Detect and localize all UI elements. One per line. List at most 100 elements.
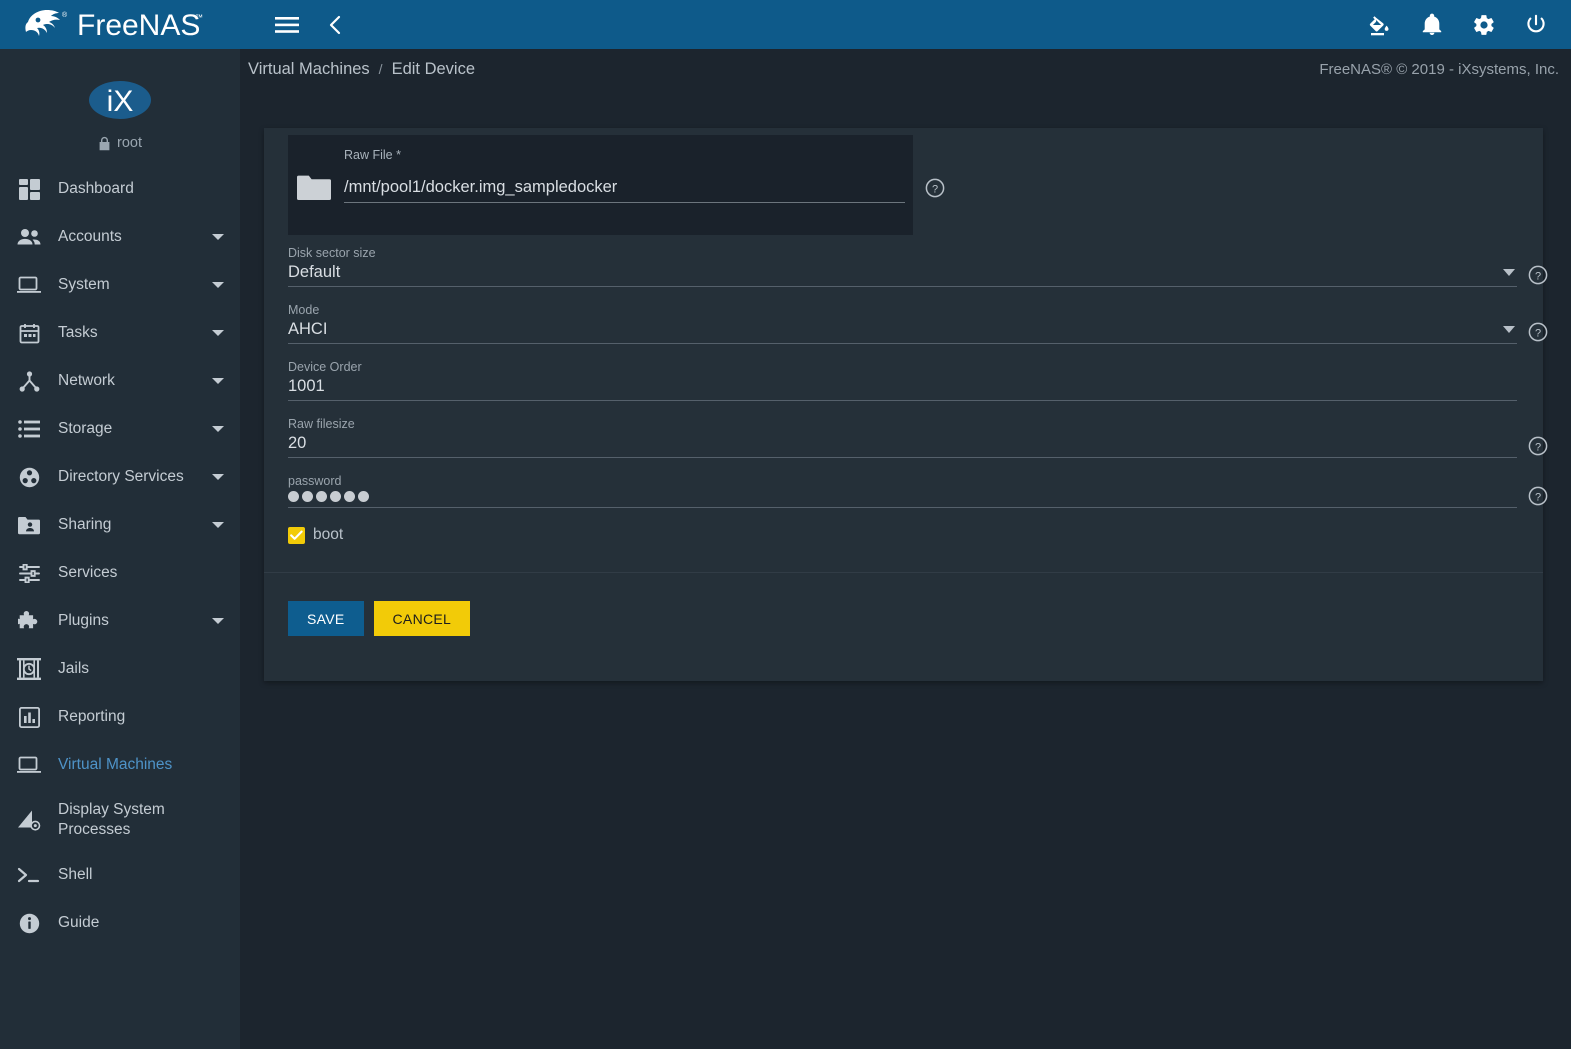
sidebar: iX root Dashboard Accounts System Tasks … [0, 49, 240, 1049]
select-control[interactable]: Default [288, 263, 1517, 287]
chevron-down-icon[interactable] [212, 330, 224, 336]
breadcrumb-current: Edit Device [391, 59, 476, 78]
freenas-logo-icon: FreeNAS ™ ® [25, 9, 203, 42]
top-bar: FreeNAS ™ ® [0, 0, 1571, 49]
sidebar-item-network[interactable]: Network [0, 357, 240, 405]
password-dot [288, 491, 299, 502]
jails-icon [10, 654, 48, 684]
chevron-down-icon[interactable] [212, 474, 224, 480]
virtual-machines-icon [10, 750, 48, 780]
sidebar-item-label: Shell [58, 865, 93, 883]
sidebar-item-directory-services[interactable]: Directory Services [0, 453, 240, 501]
shell-prompt-icon [10, 860, 48, 890]
sidebar-item-system[interactable]: System [0, 261, 240, 309]
sidebar-item-reporting[interactable]: Reporting [0, 693, 240, 741]
sidebar-item-plugins[interactable]: Plugins [0, 597, 240, 645]
gear-icon[interactable] [1467, 8, 1501, 42]
sidebar-item-label: Directory Services [58, 467, 184, 485]
chevron-down-icon[interactable] [212, 426, 224, 432]
cancel-button[interactable]: CANCEL [373, 601, 471, 636]
storage-icon [10, 414, 48, 444]
sidebar-item-display-system-processes[interactable]: Display System Processes [0, 789, 240, 851]
sidebar-item-services[interactable]: Services [0, 549, 240, 597]
root-user-row[interactable]: root [98, 135, 142, 151]
chevron-down-icon[interactable] [1503, 269, 1515, 276]
breadcrumb: Virtual Machines / Edit Device FreeNAS® … [240, 49, 1571, 89]
help-circle-icon[interactable]: ? [1528, 436, 1548, 461]
svg-text:?: ? [1535, 270, 1541, 282]
sidebar-item-label: Accounts [58, 227, 122, 245]
directory-services-icon [10, 462, 48, 492]
sidebar-item-sharing[interactable]: Sharing [0, 501, 240, 549]
sidebar-item-jails[interactable]: Jails [0, 645, 240, 693]
password-input[interactable] [288, 491, 1517, 508]
ixsystems-avatar-icon: iX [89, 81, 151, 119]
help-circle-icon[interactable]: ? [1528, 322, 1548, 347]
sidebar-item-label: Network [58, 371, 115, 389]
raw-file-panel: Raw File * /mnt/pool1/docker.img_sampled… [288, 135, 945, 235]
sidebar-item-storage[interactable]: Storage [0, 405, 240, 453]
sidebar-item-label: Storage [58, 419, 113, 437]
chevron-left-icon[interactable] [318, 8, 352, 42]
sidebar-item-label: Plugins [58, 611, 109, 629]
sidebar-item-virtual-machines[interactable]: Virtual Machines [0, 741, 240, 789]
power-icon[interactable] [1519, 8, 1553, 42]
svg-text:®: ® [62, 11, 68, 19]
password-field[interactable]: password ? [288, 474, 1548, 508]
password-dot [344, 491, 355, 502]
svg-text:FreeNAS: FreeNAS [77, 9, 200, 42]
folder-browse-icon[interactable] [296, 173, 332, 203]
bell-icon[interactable] [1415, 8, 1449, 42]
guide-info-icon [10, 908, 48, 938]
breadcrumb-separator: / [378, 61, 383, 77]
services-sliders-icon [10, 558, 48, 588]
user-block: iX root [0, 49, 240, 165]
svg-text:?: ? [932, 183, 938, 195]
help-circle-icon[interactable]: ? [1528, 486, 1548, 511]
sidebar-item-dashboard[interactable]: Dashboard [0, 165, 240, 213]
hamburger-menu-icon[interactable] [270, 8, 304, 42]
checkbox-checked-icon[interactable] [288, 526, 305, 544]
sidebar-item-shell[interactable]: Shell [0, 851, 240, 899]
password-masked-value [288, 491, 1517, 503]
content-area: Virtual Machines / Edit Device FreeNAS® … [240, 49, 1571, 1049]
brand-logo[interactable]: FreeNAS ™ ® [0, 0, 240, 49]
chevron-down-icon[interactable] [212, 378, 224, 384]
select-control[interactable]: AHCI [288, 320, 1517, 344]
field-value: 20 [288, 434, 307, 452]
sidebar-item-tasks[interactable]: Tasks [0, 309, 240, 357]
field-value: Default [288, 263, 341, 281]
help-circle-icon[interactable]: ? [925, 178, 945, 203]
chevron-down-icon[interactable] [212, 234, 224, 240]
theme-fill-icon[interactable] [1363, 8, 1397, 42]
plugins-puzzle-icon [10, 606, 48, 636]
sidebar-item-label: Sharing [58, 515, 112, 533]
svg-text:?: ? [1535, 441, 1541, 453]
password-dot [316, 491, 327, 502]
text-input[interactable]: 20 [288, 434, 1517, 458]
password-dot [302, 491, 313, 502]
chevron-down-icon[interactable] [212, 522, 224, 528]
chevron-down-icon[interactable] [212, 282, 224, 288]
raw-file-input[interactable]: /mnt/pool1/docker.img_sampledocker [344, 178, 905, 203]
mode-field[interactable]: Mode AHCI ? [288, 303, 1548, 344]
raw-filesize-field[interactable]: Raw filesize 20 ? [288, 417, 1548, 458]
breadcrumb-parent[interactable]: Virtual Machines [248, 60, 370, 79]
help-circle-icon[interactable]: ? [1528, 265, 1548, 290]
svg-text:?: ? [1535, 491, 1541, 503]
sidebar-item-accounts[interactable]: Accounts [0, 213, 240, 261]
field-label: Mode [288, 303, 320, 317]
disk-sector-size-field[interactable]: Disk sector size Default ? [288, 246, 1548, 287]
card-divider [264, 572, 1543, 573]
svg-text:iX: iX [107, 85, 134, 118]
boot-checkbox[interactable]: boot [288, 526, 343, 544]
device-order-field[interactable]: Device Order 1001 [288, 360, 1517, 401]
tasks-calendar-icon [10, 318, 48, 348]
text-input[interactable]: 1001 [288, 377, 1517, 401]
sidebar-item-guide[interactable]: Guide [0, 899, 240, 947]
chevron-down-icon[interactable] [212, 618, 224, 624]
field-label: Raw filesize [288, 417, 355, 431]
chevron-down-icon[interactable] [1503, 326, 1515, 333]
save-button[interactable]: SAVE [288, 601, 364, 636]
field-label: Disk sector size [288, 246, 376, 260]
